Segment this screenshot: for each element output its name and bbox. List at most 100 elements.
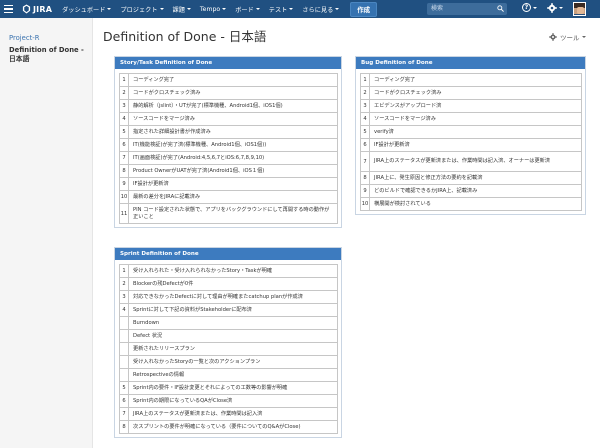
story-task-dod-panel: Story/Task Definition of Done 1 コーディング完了 2… [114, 56, 342, 228]
table-row: 3 エビデンスがアップロード済 [360, 99, 582, 113]
row-number: 1 [119, 264, 129, 278]
table-row: 7 JIRA上のステータスが更新済または、作業時間は記入済、オーナーは更新済 [360, 151, 582, 172]
table-row: 1 コーディング完了 [360, 73, 582, 87]
table-row: 5 verify済 [360, 125, 582, 139]
app-switcher-icon[interactable] [4, 0, 18, 18]
panel-header: Sprint Definition of Done [115, 248, 341, 260]
row-number: 4 [119, 112, 129, 126]
chevron-down-icon [559, 7, 563, 9]
row-number: 3 [119, 99, 129, 113]
chevron-down-icon [533, 6, 537, 9]
page-title: Definition of Done - 日本語 [103, 29, 267, 44]
panel-header: Bug Definition of Done [356, 57, 585, 69]
row-text: PIN コード設定された状態で、アプリをバックグラウンドにして再開する時の動作が… [128, 203, 338, 224]
jira-logo-icon [22, 4, 31, 14]
table-row: 8 次スプリントの要件が明確になっている（要件についてのQ&AがClose) [119, 420, 338, 434]
table-row: 5 指定された詳細設計書が作成済み [119, 125, 338, 139]
row-number: 7 [119, 151, 129, 165]
row-text: Product OwnerがUATが完了済(Android1個、iOS１個) [128, 164, 338, 178]
table-row: Defect 状況 [119, 329, 338, 343]
row-number: 7 [119, 407, 129, 421]
help-menu[interactable]: ? [522, 3, 537, 12]
table-row: 9 IF設計が更新済 [119, 177, 338, 191]
nav-issues-label: 課題 [172, 6, 185, 14]
row-number: 10 [119, 190, 129, 204]
nav-boards[interactable]: ボード [235, 5, 260, 14]
row-number [119, 355, 129, 369]
nav-projects[interactable]: プロジェクト [120, 5, 164, 14]
table-row: 2 コードがクロスチェック済み [360, 86, 582, 100]
row-number: 6 [119, 394, 129, 408]
tools-menu-button[interactable]: ツール [549, 32, 586, 42]
sidebar-project-link[interactable]: Project-R [9, 34, 39, 42]
chevron-down-icon [255, 8, 260, 10]
bug-dod-table: 1 コーディング完了 2 コードがクロスチェック済み 3 エビデンスがアップロード済 4 ソー… [360, 73, 582, 211]
tools-label: ツール [560, 34, 580, 42]
row-number: 2 [360, 86, 370, 100]
table-row: 1 コーディング完了 [119, 73, 338, 87]
story-task-dod-table: 1 コーディング完了 2 コードがクロスチェック済み 3 静的解析（jslint）・UTが… [119, 73, 338, 224]
row-text: verify済 [369, 125, 582, 139]
row-text: Retrospectiveの情報 [128, 368, 338, 382]
row-text: JIRA上に、発生原因と修正方法の要約を記載済 [369, 171, 582, 185]
table-row: 9 どのビルドで確認できるかJIRA上、記載済み [360, 184, 582, 198]
table-row: 11 PIN コード設定された状態で、アプリをバックグラウンドにして再開する時の動… [119, 203, 338, 224]
table-row: 6 IF設計が更新済 [360, 138, 582, 152]
row-text: Sprint内の要件・IF設計変更とそれによっての工数等の影響が明確 [128, 381, 338, 395]
jira-logo[interactable]: JIRA [22, 4, 52, 14]
row-number: 11 [119, 203, 129, 224]
row-text: エビデンスがアップロード済 [369, 99, 582, 113]
table-row: 7 JIRA上のステータスが更新済または、作業時間は記入済 [119, 407, 338, 421]
row-text: ソースコードをマージ済み [128, 112, 338, 126]
panel-header: Story/Task Definition of Done [115, 57, 341, 69]
row-text: JIRA上のステータスが更新済または、作業時間は記入済 [128, 407, 338, 421]
create-button[interactable]: 作成 [350, 1, 378, 17]
row-text: 次スプリントの要件が明確になっている（要件についてのQ&AがClose) [128, 420, 338, 434]
row-text: IT(機能検証)が完了済(標準機種、Android1個、iOS1個)) [128, 138, 338, 152]
table-row: 更新されたリリースプラン [119, 342, 338, 356]
admin-menu[interactable] [547, 3, 563, 13]
nav-issues[interactable]: 課題 [173, 5, 191, 14]
row-number: 5 [119, 125, 129, 139]
table-row: 5 Sprint内の要件・IF設計変更とそれによっての工数等の影響が明確 [119, 381, 338, 395]
search-input[interactable]: 検索 [427, 3, 507, 15]
table-row: 受け入れなかったStoryの一覧と次のアクションプラン [119, 355, 338, 369]
sidebar-current-page[interactable]: Definition of Done - 日本語 [9, 46, 89, 64]
user-avatar[interactable] [573, 2, 586, 16]
row-number: 6 [360, 138, 370, 152]
chevron-down-icon [159, 8, 164, 10]
nav-tempo[interactable]: Tempo [199, 5, 227, 13]
table-row: 7 IT(画面検証)が完了(Android:4,5,6,7とiOS:6,7,8,9… [119, 151, 338, 165]
nav-tests[interactable]: テスト [269, 5, 294, 14]
chevron-down-icon [222, 8, 227, 10]
row-text: コーディング完了 [369, 73, 582, 87]
row-number: 5 [360, 125, 370, 139]
row-text: Defect 状況 [128, 329, 338, 343]
row-number [119, 316, 129, 330]
row-text: 更新されたリリースプラン [128, 342, 338, 356]
table-row: 10 最新の差分をJIRAに記載済み [119, 190, 338, 204]
nav-dashboards-label: ダッシュボード [62, 6, 106, 14]
nav-more[interactable]: さらに見る [302, 5, 340, 14]
table-row: 10 横展開が検討されている [360, 197, 582, 211]
row-text: JIRA上のステータスが更新済または、作業時間は記入済、オーナーは更新済 [369, 151, 582, 172]
nav-tempo-label: Tempo [199, 5, 221, 13]
table-row: 8 Product OwnerがUATが完了済(Android1個、iOS１個) [119, 164, 338, 178]
row-text: 静的解析（jslint）・UTが完了(標準機種、Android1個、iOS1個) [128, 99, 338, 113]
search-placeholder: 検索 [431, 5, 444, 12]
row-number: 1 [119, 73, 129, 87]
table-row: 6 Sprint内の期限になっているQAがClose済 [119, 394, 338, 408]
table-row: 4 Sprintに対して下記の資料がStakeholderに配布済 [119, 303, 338, 317]
row-text: 受け入れなかったStoryの一覧と次のアクションプラン [128, 355, 338, 369]
row-number [119, 329, 129, 343]
row-number: 4 [119, 303, 129, 317]
row-number: 10 [360, 197, 370, 211]
nav-dashboards[interactable]: ダッシュボード [62, 5, 112, 14]
row-number: 6 [119, 138, 129, 152]
row-number: 7 [360, 151, 370, 172]
sprint-dod-panel: Sprint Definition of Done 1 受け入れられた・受け入れら… [114, 247, 342, 438]
row-number: 5 [119, 381, 129, 395]
row-number: 4 [360, 112, 370, 126]
row-text: Sprintに対して下記の資料がStakeholderに配布済 [128, 303, 338, 317]
row-text: コーディング完了 [128, 73, 338, 87]
